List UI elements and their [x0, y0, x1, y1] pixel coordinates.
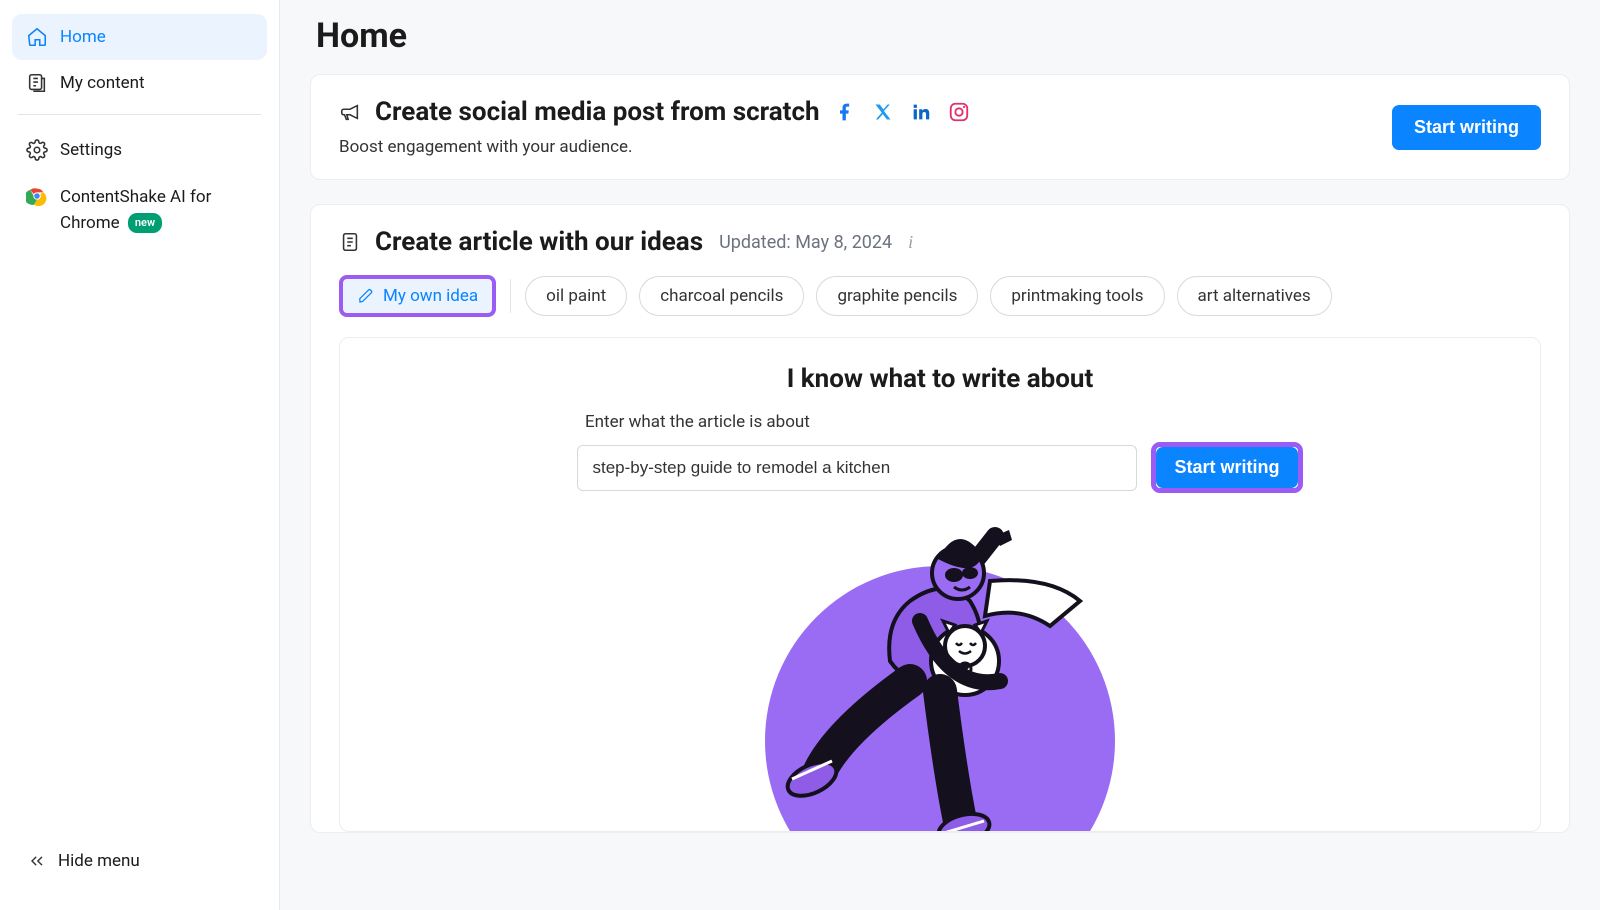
nav-item-settings[interactable]: Settings [12, 127, 267, 173]
idea-chip[interactable]: charcoal pencils [639, 276, 804, 316]
own-idea-heading: I know what to write about [368, 364, 1512, 394]
new-badge: new [128, 213, 162, 234]
hide-menu-button[interactable]: Hide menu [26, 850, 253, 872]
home-icon [26, 26, 48, 48]
idea-chip[interactable]: oil paint [525, 276, 627, 316]
my-own-idea-chip[interactable]: My own idea [339, 275, 496, 317]
start-writing-article-button[interactable]: Start writing [1156, 447, 1297, 488]
start-writing-social-button[interactable]: Start writing [1392, 105, 1541, 150]
nav-item-label: My content [60, 73, 145, 93]
nav-item-label: Settings [60, 140, 122, 160]
chrome-icon [26, 185, 48, 207]
nav-item-chrome-extension[interactable]: ContentShake AI for Chrome new [12, 173, 267, 248]
idea-chip[interactable]: printmaking tools [990, 276, 1164, 316]
social-card-title: Create social media post from scratch [339, 97, 820, 127]
pencil-icon [357, 287, 375, 305]
megaphone-icon [339, 101, 361, 123]
chip-separator [510, 279, 511, 313]
article-topic-input[interactable] [577, 445, 1137, 491]
sidebar: Home My content Settings [0, 0, 280, 910]
linkedin-icon [910, 101, 932, 123]
nav-item-my-content[interactable]: My content [12, 60, 267, 106]
instagram-icon [948, 101, 970, 123]
start-writing-highlight: Start writing [1151, 442, 1302, 493]
hide-menu-label: Hide menu [58, 851, 140, 871]
hero-illustration [368, 511, 1512, 831]
nav-item-label: ContentShake AI for Chrome new [60, 185, 253, 236]
nav-divider [18, 114, 261, 115]
social-icons [834, 101, 970, 123]
idea-chip[interactable]: graphite pencils [816, 276, 978, 316]
chevrons-left-icon [26, 850, 48, 872]
facebook-icon [834, 101, 856, 123]
article-ideas-card: Create article with our ideas Updated: M… [310, 204, 1570, 833]
document-icon [339, 231, 361, 253]
content-icon [26, 72, 48, 94]
page-title: Home [316, 16, 1564, 56]
info-icon[interactable]: i [908, 232, 913, 253]
article-input-label: Enter what the article is about [585, 412, 1295, 432]
updated-text: Updated: May 8, 2024 [719, 232, 892, 253]
idea-chip[interactable]: art alternatives [1177, 276, 1332, 316]
idea-chips-row: My own idea oil paint charcoal pencils g… [339, 275, 1541, 317]
nav-item-label: Home [60, 27, 106, 47]
x-twitter-icon [872, 101, 894, 123]
social-card-subtitle: Boost engagement with your audience. [339, 137, 970, 157]
nav-item-home[interactable]: Home [12, 14, 267, 60]
social-post-card: Create social media post from scratch [310, 74, 1570, 180]
main-content: Home Create social media post from scrat… [280, 0, 1600, 910]
own-idea-panel: I know what to write about Enter what th… [339, 337, 1541, 832]
gear-icon [26, 139, 48, 161]
article-card-title: Create article with our ideas [339, 227, 703, 257]
